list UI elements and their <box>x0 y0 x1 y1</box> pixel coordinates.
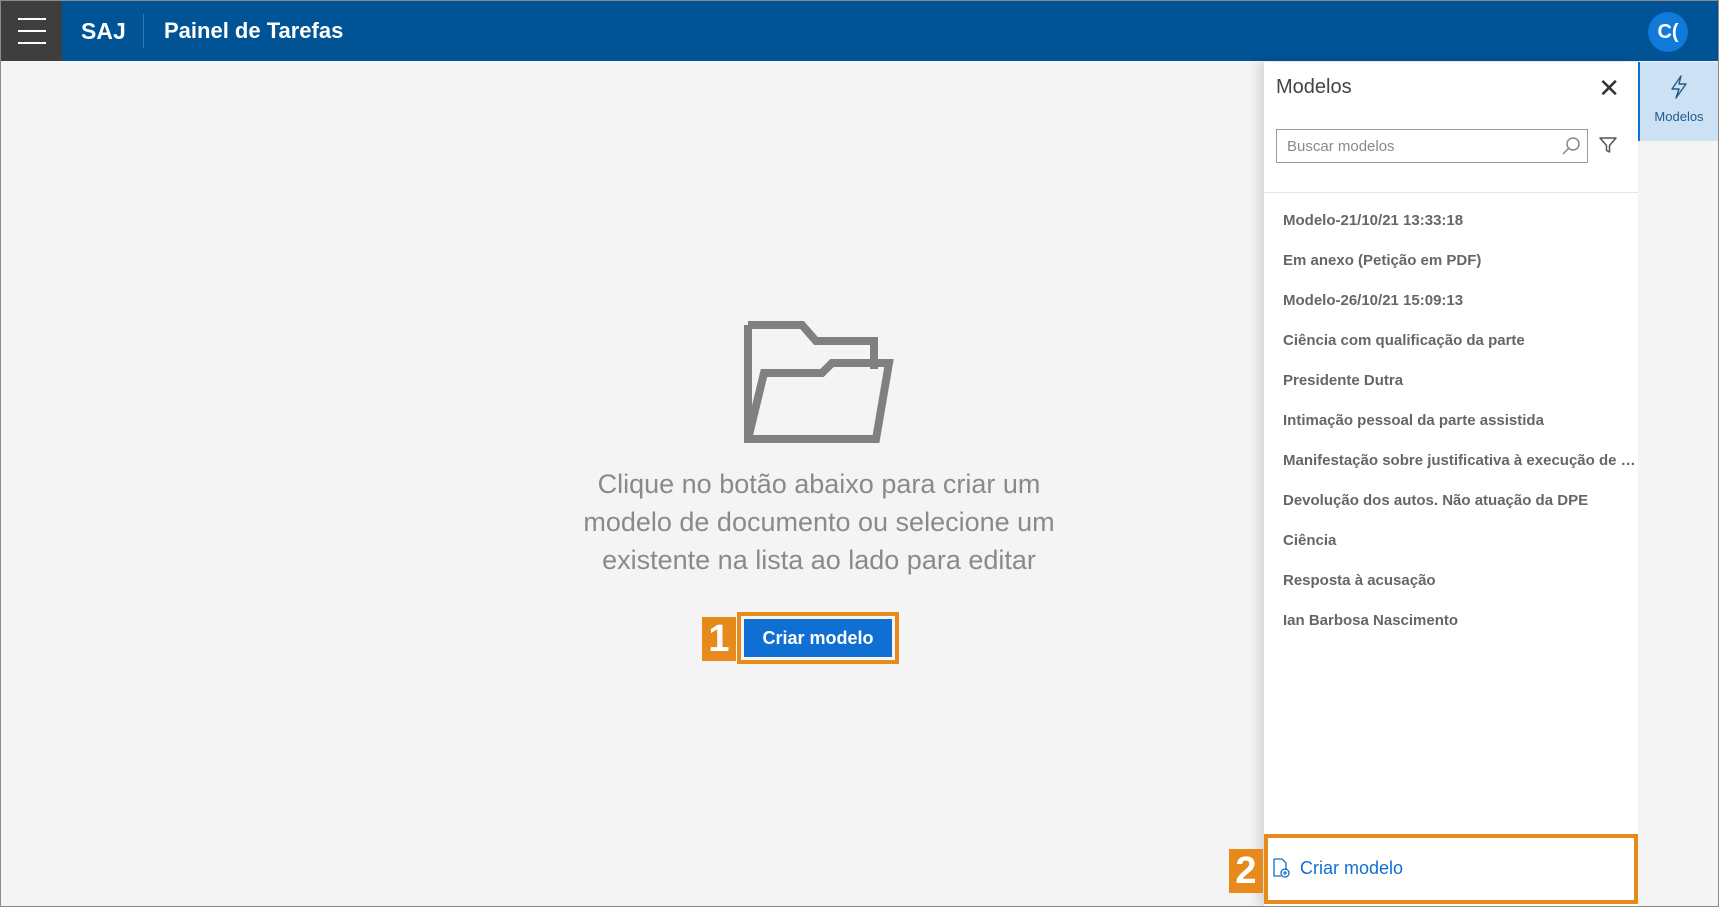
model-list: Modelo-21/10/21 13:33:18 Em anexo (Petiç… <box>1264 201 1638 641</box>
panel-title: Modelos <box>1276 76 1352 98</box>
brand-logo: SAJ <box>81 18 126 44</box>
menu-button[interactable] <box>1 1 62 61</box>
create-model-highlight: Criar modelo <box>737 612 899 664</box>
tab-models-label: Modelos <box>1654 109 1704 124</box>
page-title: Painel de Tarefas <box>164 18 344 43</box>
list-item[interactable]: Resposta à acusação <box>1264 561 1638 601</box>
footer-create-model-label: Criar modelo <box>1300 857 1404 878</box>
right-rail: Modelos <box>1638 62 1718 906</box>
tab-models[interactable]: Modelos <box>1638 62 1718 141</box>
empty-state-message: Clique no botão abaixo para criar um mod… <box>583 469 1055 575</box>
models-panel: Modelos ✕ Modelo-21/10/21 13:33:18 Em an… <box>1264 62 1638 906</box>
list-item[interactable]: Devolução dos autos. Não atuação da DPE <box>1264 481 1638 521</box>
list-item[interactable]: Intimação pessoal da parte assistida <box>1264 401 1638 441</box>
list-item[interactable]: Manifestação sobre justificativa à execu… <box>1264 441 1638 481</box>
list-item[interactable]: Ian Barbosa Nascimento <box>1264 601 1638 641</box>
list-item[interactable]: Em anexo (Petição em PDF) <box>1264 241 1638 281</box>
app-window: SAJ Painel de Tarefas C( Clique no botão… <box>0 0 1719 907</box>
search-field <box>1276 129 1588 163</box>
lightning-icon <box>1671 75 1687 99</box>
create-model-button[interactable]: Criar modelo <box>744 619 892 657</box>
user-avatar[interactable]: C( <box>1648 12 1688 52</box>
list-item[interactable]: Ciência <box>1264 521 1638 561</box>
list-item[interactable]: Ciência com qualificação da parte <box>1264 321 1638 361</box>
filter-icon[interactable] <box>1598 135 1618 155</box>
footer-create-highlight: Criar modelo <box>1264 834 1638 904</box>
footer-create-model-button[interactable]: Criar modelo <box>1272 852 1403 884</box>
top-bar: SAJ Painel de Tarefas C( <box>1 1 1718 61</box>
search-input[interactable] <box>1277 130 1567 162</box>
close-icon[interactable]: ✕ <box>1598 75 1620 101</box>
step-badge-1: 1 <box>702 617 736 661</box>
brand-divider <box>143 14 144 48</box>
search-icon[interactable] <box>1561 136 1581 156</box>
list-item[interactable]: Presidente Dutra <box>1264 361 1638 401</box>
open-folder-icon <box>744 321 894 443</box>
new-document-icon <box>1273 858 1290 878</box>
hamburger-icon <box>17 13 46 49</box>
list-item[interactable]: Modelo-26/10/21 15:09:13 <box>1264 281 1638 321</box>
panel-divider <box>1264 192 1638 193</box>
list-item[interactable]: Modelo-21/10/21 13:33:18 <box>1264 201 1638 241</box>
step-badge-2: 2 <box>1229 849 1263 893</box>
empty-state: Clique no botão abaixo para criar um mod… <box>561 321 1077 579</box>
